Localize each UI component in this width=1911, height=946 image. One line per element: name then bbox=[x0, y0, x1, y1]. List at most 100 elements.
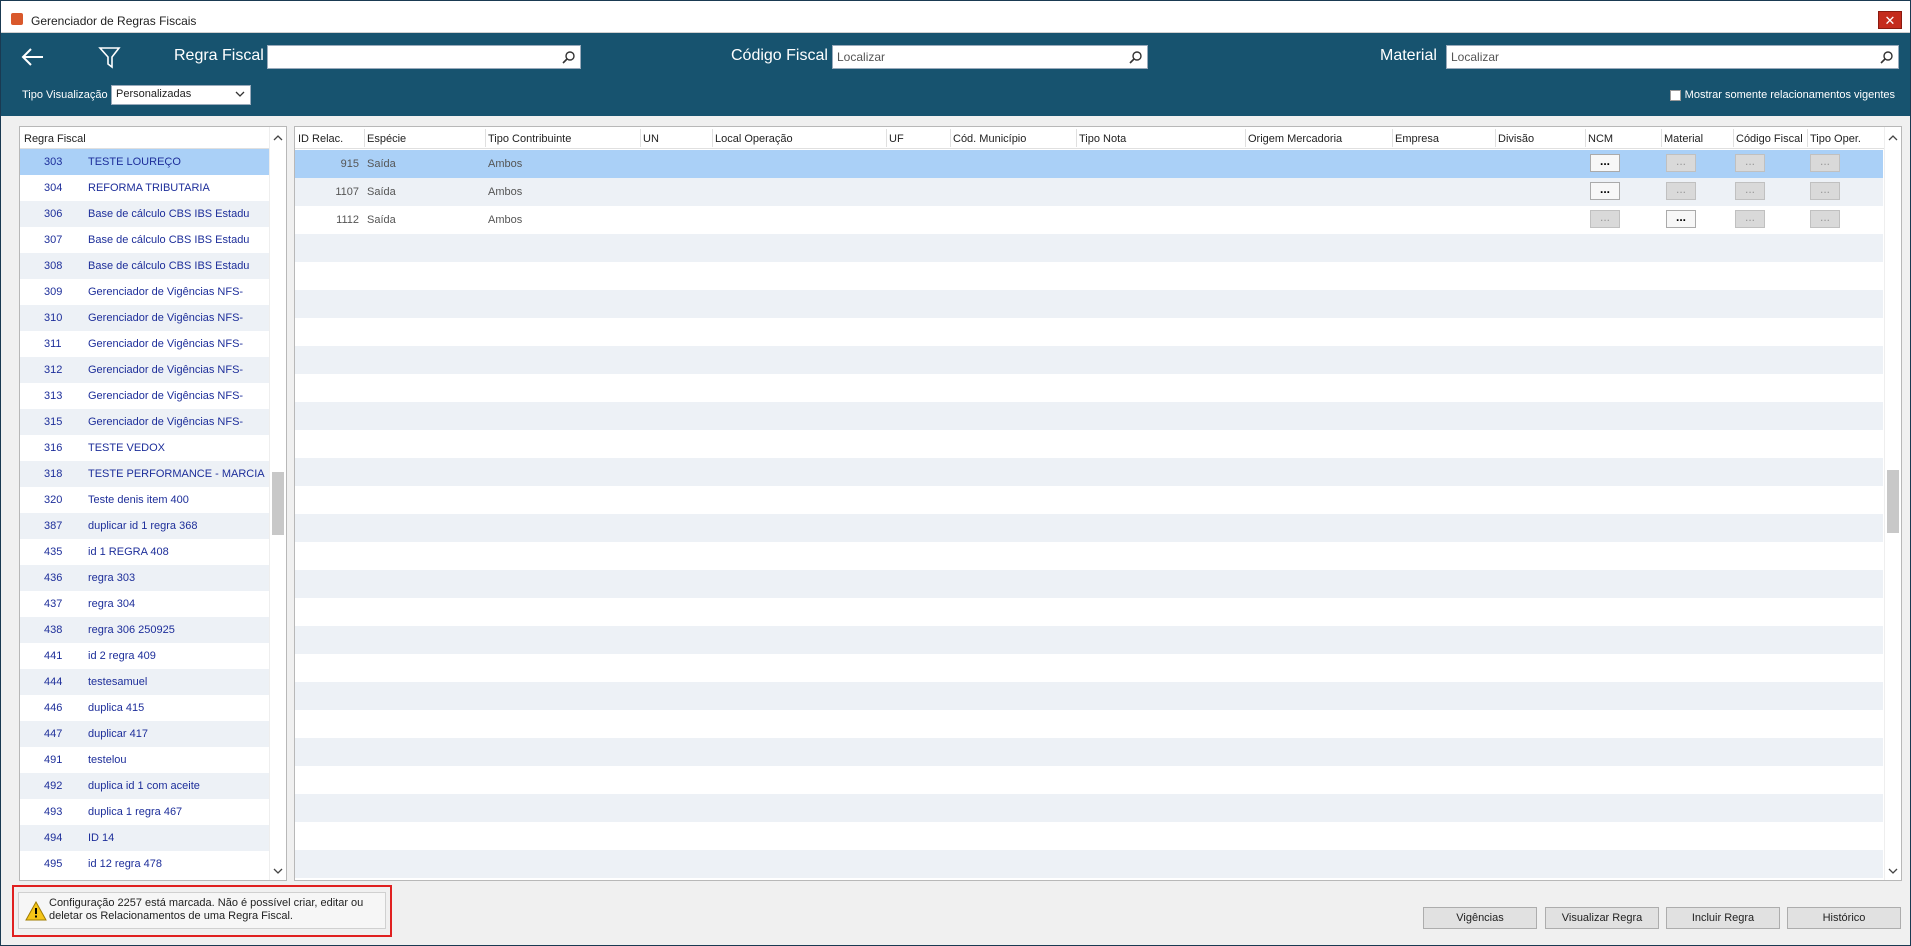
column-divider[interactable] bbox=[1585, 129, 1586, 147]
ellipsis-button[interactable]: ... bbox=[1810, 210, 1840, 228]
column-header[interactable]: Origem Mercadoria bbox=[1248, 133, 1342, 145]
column-header[interactable]: Código Fiscal bbox=[1736, 133, 1803, 145]
list-item[interactable]: 320 Teste denis item 400 bbox=[20, 487, 286, 513]
chevron-up-icon[interactable] bbox=[1888, 133, 1898, 143]
list-item[interactable]: 315 Gerenciador de Vigências NFS- bbox=[20, 409, 286, 435]
list-item[interactable]: 313 Gerenciador de Vigências NFS- bbox=[20, 383, 286, 409]
list-item[interactable]: 312 Gerenciador de Vigências NFS- bbox=[20, 357, 286, 383]
list-item[interactable]: 495 id 12 regra 478 bbox=[20, 851, 286, 877]
list-item[interactable]: 316 TESTE VEDOX bbox=[20, 435, 286, 461]
column-divider[interactable] bbox=[886, 129, 887, 147]
column-divider[interactable] bbox=[1733, 129, 1734, 147]
search-icon[interactable] bbox=[562, 50, 576, 64]
list-item-name: Teste denis item 400 bbox=[88, 494, 189, 506]
list-item-name: duplica 415 bbox=[88, 702, 145, 714]
ellipsis-button[interactable]: ... bbox=[1590, 154, 1620, 172]
chevron-down-icon[interactable] bbox=[273, 866, 283, 876]
column-header[interactable]: Divisão bbox=[1498, 133, 1534, 145]
ellipsis-button[interactable]: ... bbox=[1666, 154, 1696, 172]
list-item[interactable]: 436 regra 303 bbox=[20, 565, 286, 591]
list-item[interactable]: 447 duplicar 417 bbox=[20, 721, 286, 747]
list-item[interactable]: 307 Base de cálculo CBS IBS Estadu bbox=[20, 227, 286, 253]
table-row bbox=[295, 794, 1883, 822]
list-item[interactable]: 491 testelou bbox=[20, 747, 286, 773]
list-item[interactable]: 446 duplica 415 bbox=[20, 695, 286, 721]
scroll-thumb[interactable] bbox=[272, 472, 284, 535]
scroll-thumb[interactable] bbox=[1887, 470, 1899, 533]
incluir-regra-button[interactable]: Incluir Regra bbox=[1666, 907, 1780, 929]
column-divider[interactable] bbox=[1807, 129, 1808, 147]
list-item[interactable]: 492 duplica id 1 com aceite bbox=[20, 773, 286, 799]
column-header[interactable]: Tipo Oper. bbox=[1810, 133, 1861, 145]
column-divider[interactable] bbox=[485, 129, 486, 147]
filter-icon[interactable] bbox=[97, 43, 123, 71]
column-header[interactable]: UF bbox=[889, 133, 904, 145]
back-arrow-icon[interactable] bbox=[19, 43, 47, 71]
search-icon[interactable] bbox=[1880, 50, 1894, 64]
vigentes-checkbox[interactable]: Mostrar somente relacionamentos vigentes bbox=[1669, 89, 1895, 101]
column-header[interactable]: Local Operação bbox=[715, 133, 793, 145]
list-item[interactable]: 441 id 2 regra 409 bbox=[20, 643, 286, 669]
codigo-fiscal-input[interactable] bbox=[833, 46, 1147, 68]
table-row[interactable]: 1112 Saída Ambos............ bbox=[295, 206, 1883, 234]
column-divider[interactable] bbox=[950, 129, 951, 147]
list-item[interactable]: 318 TESTE PERFORMANCE - MARCIA bbox=[20, 461, 286, 487]
ellipsis-button[interactable]: ... bbox=[1590, 182, 1620, 200]
column-header[interactable]: Tipo Contribuinte bbox=[488, 133, 571, 145]
list-item[interactable]: 387 duplicar id 1 regra 368 bbox=[20, 513, 286, 539]
column-divider[interactable] bbox=[1495, 129, 1496, 147]
vigencias-button[interactable]: Vigências bbox=[1423, 907, 1537, 929]
list-item[interactable]: 311 Gerenciador de Vigências NFS- bbox=[20, 331, 286, 357]
ellipsis-button[interactable]: ... bbox=[1735, 182, 1765, 200]
column-divider[interactable] bbox=[640, 129, 641, 147]
list-item[interactable]: 438 regra 306 250925 bbox=[20, 617, 286, 643]
column-header[interactable]: Empresa bbox=[1395, 133, 1439, 145]
list-item[interactable]: 444 testesamuel bbox=[20, 669, 286, 695]
search-icon[interactable] bbox=[1129, 50, 1143, 64]
column-header[interactable]: Material bbox=[1664, 133, 1703, 145]
column-divider[interactable] bbox=[1245, 129, 1246, 147]
ellipsis-button[interactable]: ... bbox=[1590, 210, 1620, 228]
list-item[interactable]: 308 Base de cálculo CBS IBS Estadu bbox=[20, 253, 286, 279]
ellipsis-button[interactable]: ... bbox=[1735, 210, 1765, 228]
list-item[interactable]: 306 Base de cálculo CBS IBS Estadu bbox=[20, 201, 286, 227]
ellipsis-button[interactable]: ... bbox=[1666, 182, 1696, 200]
column-header[interactable]: Cód. Município bbox=[953, 133, 1026, 145]
column-header[interactable]: UN bbox=[643, 133, 659, 145]
column-header[interactable]: Espécie bbox=[367, 133, 406, 145]
list-scrollbar[interactable] bbox=[269, 127, 286, 880]
ellipsis-button[interactable]: ... bbox=[1666, 210, 1696, 228]
table-row[interactable]: 915 Saída Ambos............ bbox=[295, 150, 1883, 178]
column-divider[interactable] bbox=[712, 129, 713, 147]
list-item[interactable]: 437 regra 304 bbox=[20, 591, 286, 617]
column-divider[interactable] bbox=[364, 129, 365, 147]
list-item[interactable]: 303 TESTE LOUREÇO bbox=[20, 149, 286, 175]
close-button[interactable]: ✕ bbox=[1878, 11, 1902, 29]
ellipsis-button[interactable]: ... bbox=[1810, 182, 1840, 200]
column-header[interactable]: ID Relac. bbox=[298, 133, 343, 145]
column-header[interactable]: Tipo Nota bbox=[1079, 133, 1126, 145]
column-divider[interactable] bbox=[1076, 129, 1077, 147]
ellipsis-button[interactable]: ... bbox=[1810, 154, 1840, 172]
list-item[interactable]: 309 Gerenciador de Vigências NFS- bbox=[20, 279, 286, 305]
list-item[interactable]: 310 Gerenciador de Vigências NFS- bbox=[20, 305, 286, 331]
tipo-visualizacao-select[interactable]: Personalizadas bbox=[111, 85, 251, 105]
visualizar-regra-button[interactable]: Visualizar Regra bbox=[1545, 907, 1659, 929]
grid-scrollbar[interactable] bbox=[1884, 127, 1901, 880]
regra-fiscal-input[interactable] bbox=[268, 46, 580, 68]
column-divider[interactable] bbox=[1392, 129, 1393, 147]
historico-button[interactable]: Histórico bbox=[1787, 907, 1901, 929]
chevron-down-icon[interactable] bbox=[1888, 866, 1898, 876]
table-row[interactable]: 1107 Saída Ambos............ bbox=[295, 178, 1883, 206]
list-item[interactable]: 304 REFORMA TRIBUTARIA bbox=[20, 175, 286, 201]
material-input[interactable] bbox=[1447, 46, 1898, 68]
chevron-up-icon[interactable] bbox=[273, 133, 283, 143]
list-item[interactable]: 493 duplica 1 regra 467 bbox=[20, 799, 286, 825]
list-item[interactable]: 435 id 1 REGRA 408 bbox=[20, 539, 286, 565]
ellipsis-button[interactable]: ... bbox=[1735, 154, 1765, 172]
column-divider[interactable] bbox=[1661, 129, 1662, 147]
list-item[interactable]: 494 ID 14 bbox=[20, 825, 286, 851]
column-header[interactable]: NCM bbox=[1588, 133, 1613, 145]
checkbox-box[interactable] bbox=[1669, 89, 1681, 101]
list-item-name: testesamuel bbox=[88, 676, 148, 688]
